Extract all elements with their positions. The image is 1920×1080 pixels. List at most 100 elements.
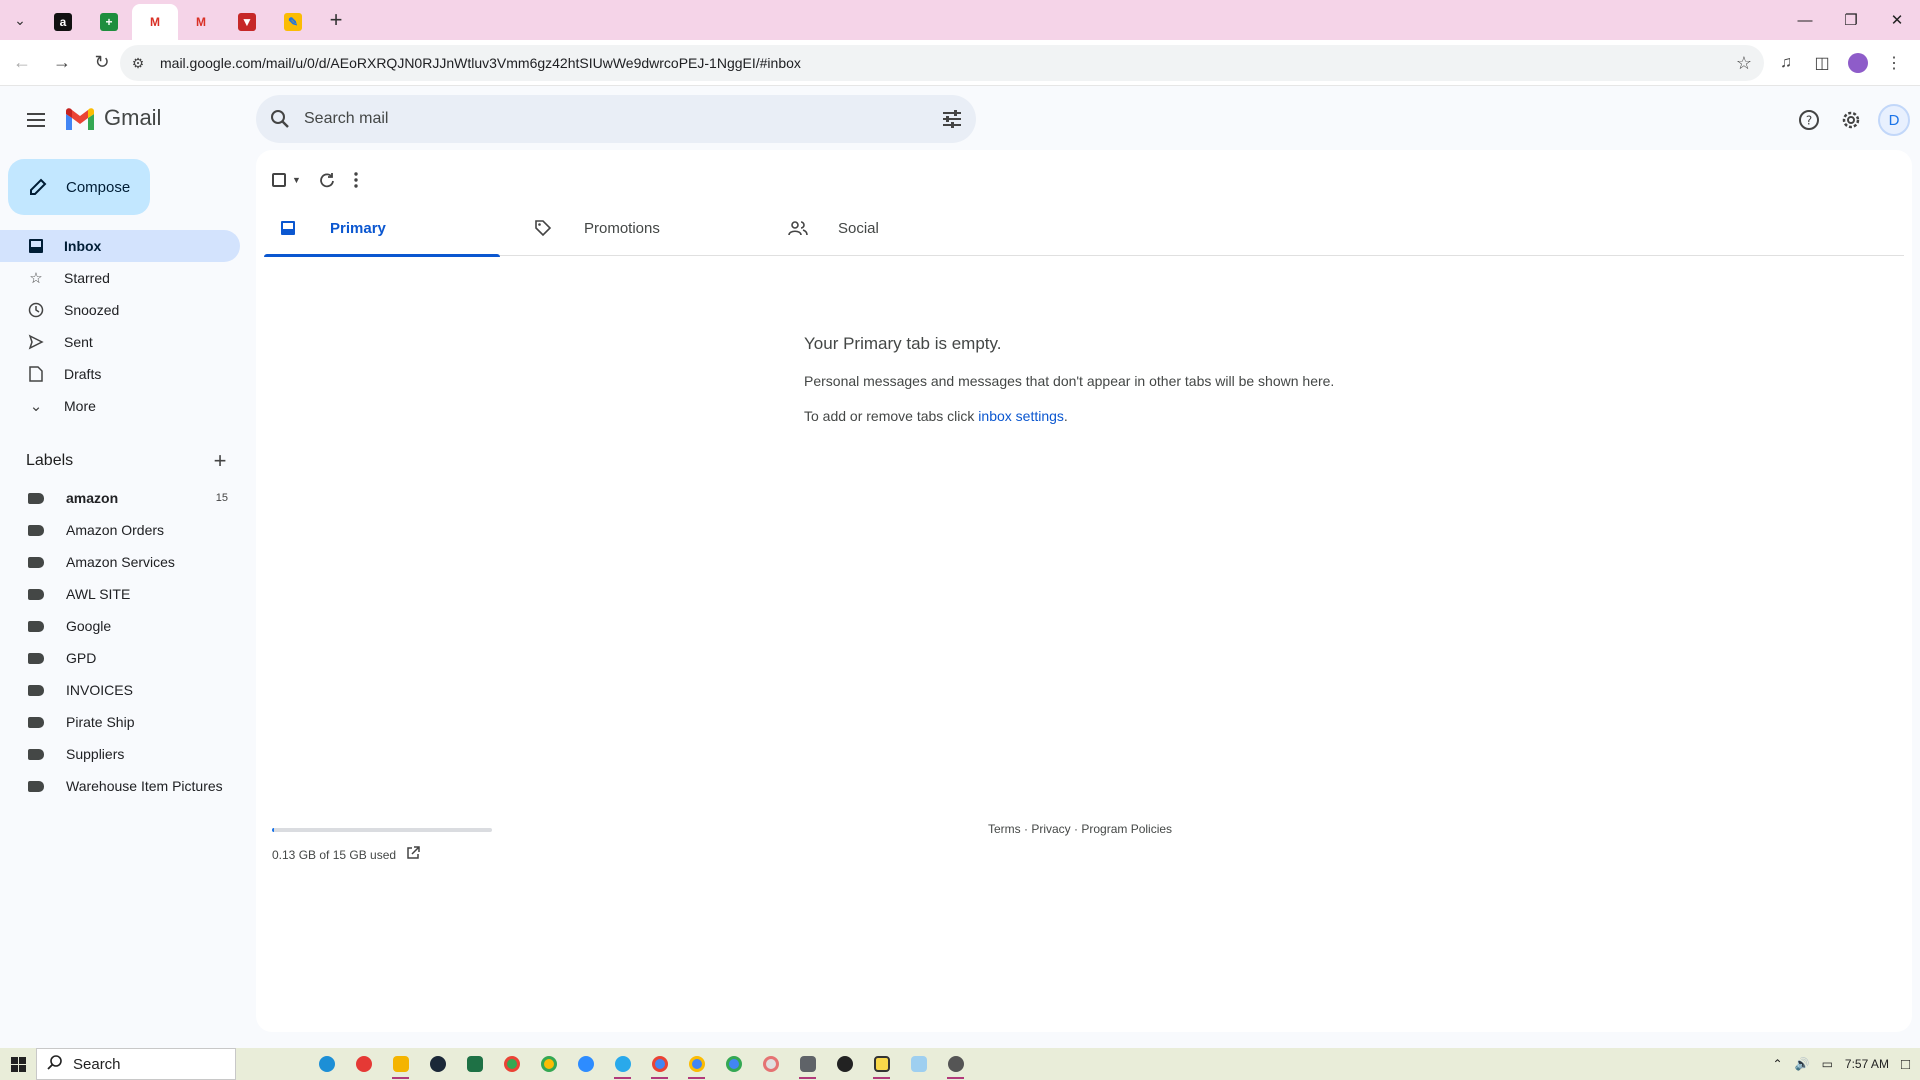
label-tag-icon bbox=[28, 652, 44, 664]
label-name: Amazon Services bbox=[66, 554, 175, 570]
compose-button[interactable]: Compose bbox=[8, 159, 150, 215]
privacy-link[interactable]: Privacy bbox=[1031, 822, 1070, 836]
add-label-icon[interactable]: + bbox=[208, 448, 232, 474]
label-tag-icon bbox=[28, 748, 44, 760]
browser-tab-vivaldi[interactable]: ▼ bbox=[224, 4, 270, 40]
back-icon[interactable]: ← bbox=[4, 45, 40, 81]
label-item[interactable]: Amazon Orders bbox=[0, 514, 240, 546]
label-tag-icon bbox=[28, 684, 44, 696]
label-name: Amazon Orders bbox=[66, 522, 165, 538]
browser-tab-gmail-active[interactable]: M bbox=[132, 4, 178, 40]
site-info-icon[interactable]: ⚙ bbox=[120, 55, 156, 72]
tab-label: Social bbox=[838, 219, 879, 237]
label-item[interactable]: Warehouse Item Pictures bbox=[0, 770, 240, 802]
notification-icon[interactable]: □ bbox=[1901, 1056, 1910, 1073]
restore-icon[interactable]: ❐ bbox=[1828, 0, 1874, 40]
label-name: Suppliers bbox=[66, 746, 125, 762]
pencil-icon bbox=[30, 178, 47, 195]
volume-icon[interactable]: 🔊 bbox=[1795, 1057, 1810, 1071]
obs-icon[interactable] bbox=[826, 1048, 863, 1080]
record-app-icon[interactable] bbox=[345, 1048, 382, 1080]
settings-gear-icon[interactable] bbox=[1830, 100, 1872, 140]
tab-search-chevron-icon[interactable]: ⌄ bbox=[0, 0, 40, 40]
sidebar-item-inbox[interactable]: Inbox bbox=[0, 230, 240, 262]
windows-start-icon[interactable] bbox=[0, 1048, 36, 1080]
address-bar[interactable]: ⚙ mail.google.com/mail/u/0/d/AEoRXRQJN0R… bbox=[120, 45, 1764, 81]
tab-primary[interactable]: Primary bbox=[264, 200, 500, 257]
forward-icon[interactable]: → bbox=[44, 45, 80, 81]
sidebar-item-sent[interactable]: Sent bbox=[0, 326, 240, 358]
label-item[interactable]: GPD bbox=[0, 642, 240, 674]
label-item-amazon[interactable]: amazon 15 bbox=[0, 482, 240, 514]
file-explorer-icon[interactable] bbox=[382, 1048, 419, 1080]
chrome-icon[interactable] bbox=[493, 1048, 530, 1080]
label-item[interactable]: Pirate Ship bbox=[0, 706, 240, 738]
label-item[interactable]: Suppliers bbox=[0, 738, 240, 770]
chrome-profile-icon[interactable] bbox=[530, 1048, 567, 1080]
show-hidden-icons-icon[interactable]: ⌃ bbox=[1773, 1057, 1783, 1071]
chrome-window-icon[interactable] bbox=[641, 1048, 678, 1080]
steam-icon[interactable] bbox=[419, 1048, 456, 1080]
storage-usage: 0.13 GB of 15 GB used bbox=[272, 828, 492, 863]
terms-link[interactable]: Terms bbox=[988, 822, 1021, 836]
battery-icon[interactable]: ▭ bbox=[1822, 1057, 1833, 1071]
side-panel-icon[interactable]: ◫ bbox=[1804, 45, 1840, 81]
clock-time[interactable]: 7:57 AM bbox=[1845, 1057, 1889, 1071]
bookmark-star-icon[interactable]: ☆ bbox=[1736, 53, 1752, 74]
search-options-icon[interactable] bbox=[928, 110, 976, 128]
calculator-icon[interactable] bbox=[789, 1048, 826, 1080]
notepad-icon[interactable] bbox=[900, 1048, 937, 1080]
inbox-settings-link[interactable]: inbox settings bbox=[978, 408, 1064, 424]
minimize-icon[interactable]: — bbox=[1782, 0, 1828, 40]
browser-tab-sheets[interactable]: + bbox=[86, 4, 132, 40]
settings-gear-icon[interactable] bbox=[937, 1048, 974, 1080]
sidebar-item-drafts[interactable]: Drafts bbox=[0, 358, 240, 390]
sidebar-item-label: Inbox bbox=[64, 238, 102, 254]
edge-icon[interactable] bbox=[308, 1048, 345, 1080]
send-icon bbox=[26, 334, 46, 350]
sidebar-item-starred[interactable]: ☆ Starred bbox=[0, 262, 240, 294]
select-all-checkbox[interactable]: ▼ bbox=[272, 164, 301, 196]
help-icon[interactable]: ? bbox=[1788, 100, 1830, 140]
zoom-icon[interactable] bbox=[567, 1048, 604, 1080]
label-name: amazon bbox=[66, 490, 119, 506]
paint-icon[interactable] bbox=[752, 1048, 789, 1080]
browser-tab-amazon[interactable]: a bbox=[40, 4, 86, 40]
telegram-icon[interactable] bbox=[604, 1048, 641, 1080]
chrome-window-icon[interactable] bbox=[678, 1048, 715, 1080]
label-item[interactable]: Google bbox=[0, 610, 240, 642]
main-menu-icon[interactable] bbox=[20, 104, 52, 136]
url-text[interactable]: mail.google.com/mail/u/0/d/AEoRXRQJN0RJJ… bbox=[160, 55, 801, 71]
new-tab-icon[interactable]: + bbox=[316, 0, 356, 40]
account-avatar[interactable]: D bbox=[1878, 104, 1910, 136]
label-item[interactable]: AWL SITE bbox=[0, 578, 240, 610]
sidebar-item-label: Starred bbox=[64, 270, 110, 286]
browser-profile-icon[interactable] bbox=[1848, 53, 1868, 73]
media-control-icon[interactable]: ♫ bbox=[1768, 45, 1804, 81]
labels-title: Labels bbox=[26, 452, 74, 469]
open-in-new-icon[interactable] bbox=[406, 846, 420, 863]
chrome-window-icon[interactable] bbox=[715, 1048, 752, 1080]
gmail-logo[interactable]: Gmail bbox=[64, 105, 161, 131]
refresh-icon[interactable] bbox=[319, 164, 335, 196]
search-icon[interactable] bbox=[256, 109, 304, 129]
close-icon[interactable]: ✕ bbox=[1874, 0, 1920, 40]
browser-tab-app[interactable]: ✎ bbox=[270, 4, 316, 40]
excel-icon[interactable] bbox=[456, 1048, 493, 1080]
browser-tab-gmail[interactable]: M bbox=[178, 4, 224, 40]
sticky-notes-icon[interactable] bbox=[863, 1048, 900, 1080]
sidebar-item-snoozed[interactable]: Snoozed bbox=[0, 294, 240, 326]
more-vert-icon[interactable] bbox=[353, 164, 359, 196]
program-policies-link[interactable]: Program Policies bbox=[1081, 822, 1172, 836]
taskbar-search[interactable]: Search bbox=[36, 1048, 236, 1080]
storage-bar bbox=[272, 828, 492, 832]
label-item[interactable]: INVOICES bbox=[0, 674, 240, 706]
window-controls: — ❐ ✕ bbox=[1782, 0, 1920, 40]
reload-icon[interactable]: ↻ bbox=[84, 45, 120, 81]
tab-promotions[interactable]: Promotions bbox=[518, 200, 754, 256]
browser-menu-icon[interactable]: ⋮ bbox=[1876, 45, 1912, 81]
label-item[interactable]: Amazon Services bbox=[0, 546, 240, 578]
tab-social[interactable]: Social bbox=[772, 200, 1008, 256]
search-input[interactable] bbox=[304, 110, 928, 128]
sidebar-item-more[interactable]: ⌄ More bbox=[0, 390, 240, 422]
